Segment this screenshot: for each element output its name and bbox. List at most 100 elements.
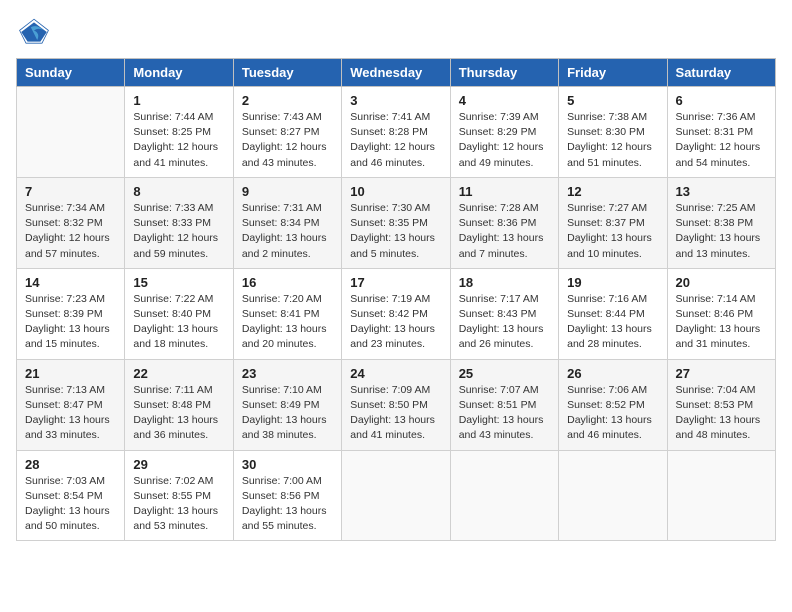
day-info: Sunrise: 7:14 AM Sunset: 8:46 PM Dayligh… [676,292,767,353]
calendar-day-cell: 9 Sunrise: 7:31 AM Sunset: 8:34 PM Daylig… [233,177,341,268]
day-number: 17 [350,275,441,290]
day-info: Sunrise: 7:02 AM Sunset: 8:55 PM Dayligh… [133,474,224,535]
calendar-day-cell: 27 Sunrise: 7:04 AM Sunset: 8:53 PM Dayli… [667,359,775,450]
day-number: 22 [133,366,224,381]
calendar-day-cell: 29 Sunrise: 7:02 AM Sunset: 8:55 PM Dayli… [125,450,233,541]
weekday-header: Monday [125,59,233,87]
day-info: Sunrise: 7:44 AM Sunset: 8:25 PM Dayligh… [133,110,224,171]
calendar-day-cell [17,87,125,178]
day-info: Sunrise: 7:22 AM Sunset: 8:40 PM Dayligh… [133,292,224,353]
calendar-day-cell: 4 Sunrise: 7:39 AM Sunset: 8:29 PM Daylig… [450,87,558,178]
day-info: Sunrise: 7:23 AM Sunset: 8:39 PM Dayligh… [25,292,116,353]
day-number: 3 [350,93,441,108]
day-number: 12 [567,184,658,199]
day-info: Sunrise: 7:34 AM Sunset: 8:32 PM Dayligh… [25,201,116,262]
day-info: Sunrise: 7:28 AM Sunset: 8:36 PM Dayligh… [459,201,550,262]
day-number: 9 [242,184,333,199]
calendar-day-cell: 30 Sunrise: 7:00 AM Sunset: 8:56 PM Dayli… [233,450,341,541]
calendar-day-cell: 25 Sunrise: 7:07 AM Sunset: 8:51 PM Dayli… [450,359,558,450]
calendar-day-cell: 5 Sunrise: 7:38 AM Sunset: 8:30 PM Daylig… [559,87,667,178]
calendar-day-cell: 1Sunrise: 7:44 AM Sunset: 8:25 PM Daylig… [125,87,233,178]
calendar-day-cell: 24Sunrise: 7:09 AM Sunset: 8:50 PM Dayli… [342,359,450,450]
day-number: 8 [133,184,224,199]
day-number: 19 [567,275,658,290]
logo [16,16,50,48]
day-number: 4 [459,93,550,108]
day-info: Sunrise: 7:17 AM Sunset: 8:43 PM Dayligh… [459,292,550,353]
day-number: 20 [676,275,767,290]
day-number: 13 [676,184,767,199]
calendar-day-cell: 17 Sunrise: 7:19 AM Sunset: 8:42 PM Dayli… [342,268,450,359]
weekday-header: Saturday [667,59,775,87]
calendar-day-cell: 6 Sunrise: 7:36 AM Sunset: 8:31 PM Daylig… [667,87,775,178]
day-number: 16 [242,275,333,290]
calendar-day-cell: 12 Sunrise: 7:27 AM Sunset: 8:37 PM Dayli… [559,177,667,268]
calendar-day-cell: 3 Sunrise: 7:41 AM Sunset: 8:28 PM Daylig… [342,87,450,178]
day-number: 2 [242,93,333,108]
weekday-header: Tuesday [233,59,341,87]
calendar-day-cell: 21Sunrise: 7:13 AM Sunset: 8:47 PM Dayli… [17,359,125,450]
header-row: SundayMondayTuesdayWednesdayThursdayFrid… [17,59,776,87]
calendar-table: SundayMondayTuesdayWednesdayThursdayFrid… [16,58,776,541]
day-info: Sunrise: 7:31 AM Sunset: 8:34 PM Dayligh… [242,201,333,262]
calendar-day-cell: 10Sunrise: 7:30 AM Sunset: 8:35 PM Dayli… [342,177,450,268]
weekday-header: Sunday [17,59,125,87]
day-info: Sunrise: 7:43 AM Sunset: 8:27 PM Dayligh… [242,110,333,171]
calendar-day-cell: 18 Sunrise: 7:17 AM Sunset: 8:43 PM Dayli… [450,268,558,359]
day-info: Sunrise: 7:10 AM Sunset: 8:49 PM Dayligh… [242,383,333,444]
day-info: Sunrise: 7:06 AM Sunset: 8:52 PM Dayligh… [567,383,658,444]
day-info: Sunrise: 7:38 AM Sunset: 8:30 PM Dayligh… [567,110,658,171]
calendar-day-cell [559,450,667,541]
day-info: Sunrise: 7:33 AM Sunset: 8:33 PM Dayligh… [133,201,224,262]
day-number: 28 [25,457,116,472]
calendar-week-row: 1Sunrise: 7:44 AM Sunset: 8:25 PM Daylig… [17,87,776,178]
day-info: Sunrise: 7:19 AM Sunset: 8:42 PM Dayligh… [350,292,441,353]
day-info: Sunrise: 7:04 AM Sunset: 8:53 PM Dayligh… [676,383,767,444]
calendar-day-cell: 16Sunrise: 7:20 AM Sunset: 8:41 PM Dayli… [233,268,341,359]
day-number: 25 [459,366,550,381]
day-number: 29 [133,457,224,472]
calendar-day-cell [667,450,775,541]
calendar-day-cell: 19Sunrise: 7:16 AM Sunset: 8:44 PM Dayli… [559,268,667,359]
day-info: Sunrise: 7:00 AM Sunset: 8:56 PM Dayligh… [242,474,333,535]
calendar-day-cell: 2 Sunrise: 7:43 AM Sunset: 8:27 PM Daylig… [233,87,341,178]
calendar-week-row: 7 Sunrise: 7:34 AM Sunset: 8:32 PM Daylig… [17,177,776,268]
day-number: 15 [133,275,224,290]
day-number: 10 [350,184,441,199]
page-header [16,16,776,48]
weekday-header: Friday [559,59,667,87]
day-number: 7 [25,184,116,199]
day-info: Sunrise: 7:41 AM Sunset: 8:28 PM Dayligh… [350,110,441,171]
day-number: 23 [242,366,333,381]
calendar-day-cell: 13 Sunrise: 7:25 AM Sunset: 8:38 PM Dayli… [667,177,775,268]
calendar-day-cell: 8 Sunrise: 7:33 AM Sunset: 8:33 PM Daylig… [125,177,233,268]
day-number: 6 [676,93,767,108]
calendar-day-cell [342,450,450,541]
calendar-day-cell: 15 Sunrise: 7:22 AM Sunset: 8:40 PM Dayli… [125,268,233,359]
day-number: 24 [350,366,441,381]
calendar-day-cell: 11 Sunrise: 7:28 AM Sunset: 8:36 PM Dayli… [450,177,558,268]
calendar-week-row: 14Sunrise: 7:23 AM Sunset: 8:39 PM Dayli… [17,268,776,359]
day-number: 11 [459,184,550,199]
day-number: 5 [567,93,658,108]
day-info: Sunrise: 7:36 AM Sunset: 8:31 PM Dayligh… [676,110,767,171]
day-info: Sunrise: 7:11 AM Sunset: 8:48 PM Dayligh… [133,383,224,444]
calendar-day-cell: 23 Sunrise: 7:10 AM Sunset: 8:49 PM Dayli… [233,359,341,450]
day-info: Sunrise: 7:39 AM Sunset: 8:29 PM Dayligh… [459,110,550,171]
calendar-day-cell: 7 Sunrise: 7:34 AM Sunset: 8:32 PM Daylig… [17,177,125,268]
day-info: Sunrise: 7:27 AM Sunset: 8:37 PM Dayligh… [567,201,658,262]
day-number: 18 [459,275,550,290]
calendar-day-cell: 28Sunrise: 7:03 AM Sunset: 8:54 PM Dayli… [17,450,125,541]
day-number: 27 [676,366,767,381]
calendar-day-cell: 20 Sunrise: 7:14 AM Sunset: 8:46 PM Dayli… [667,268,775,359]
weekday-header: Thursday [450,59,558,87]
day-info: Sunrise: 7:13 AM Sunset: 8:47 PM Dayligh… [25,383,116,444]
calendar-day-cell: 22 Sunrise: 7:11 AM Sunset: 8:48 PM Dayli… [125,359,233,450]
day-number: 30 [242,457,333,472]
logo-icon [18,16,50,48]
calendar-day-cell: 26Sunrise: 7:06 AM Sunset: 8:52 PM Dayli… [559,359,667,450]
calendar-day-cell: 14Sunrise: 7:23 AM Sunset: 8:39 PM Dayli… [17,268,125,359]
day-info: Sunrise: 7:25 AM Sunset: 8:38 PM Dayligh… [676,201,767,262]
day-info: Sunrise: 7:07 AM Sunset: 8:51 PM Dayligh… [459,383,550,444]
calendar-week-row: 21Sunrise: 7:13 AM Sunset: 8:47 PM Dayli… [17,359,776,450]
